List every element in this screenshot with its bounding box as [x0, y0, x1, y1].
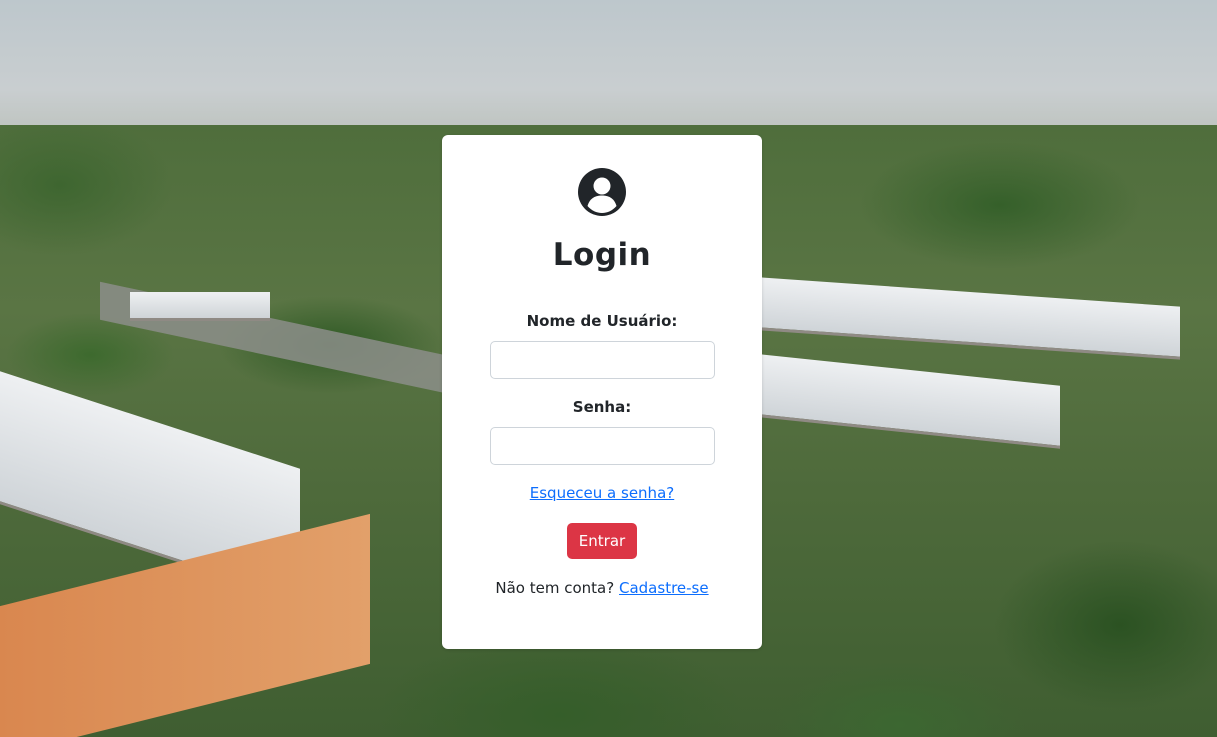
username-label: Nome de Usuário: [526, 312, 678, 330]
login-button[interactable]: Entrar [567, 523, 637, 559]
signup-link[interactable]: Cadastre-se [619, 579, 709, 597]
user-circle-icon [578, 168, 626, 216]
forgot-password-link[interactable]: Esqueceu a senha? [442, 484, 762, 502]
signup-prompt: Não tem conta? [495, 579, 615, 597]
username-input[interactable] [490, 341, 715, 379]
building-roof [130, 292, 270, 321]
page-title: Login [552, 237, 652, 273]
password-label: Senha: [572, 398, 632, 416]
signup-row: Não tem conta? Cadastre-se [442, 579, 762, 597]
password-input[interactable] [490, 427, 715, 465]
login-card: Login Nome de Usuário: Senha: Esqueceu a… [442, 135, 762, 649]
